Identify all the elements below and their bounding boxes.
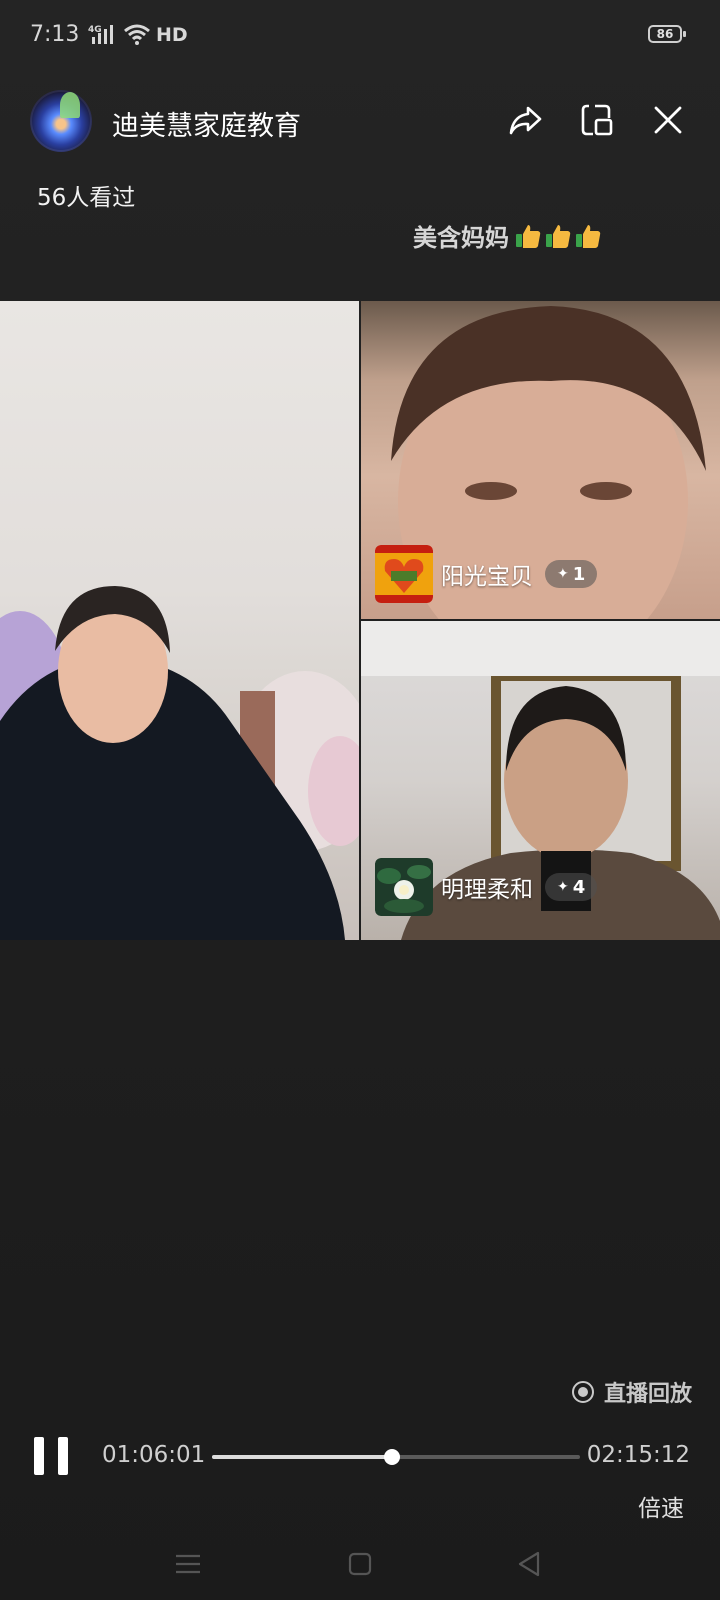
hd-indicator: HD (156, 24, 188, 46)
status-time: 7:13 (30, 22, 80, 47)
sparkle-icon: ✦ (557, 879, 569, 895)
pause-icon (34, 1437, 44, 1475)
host-video-frame (0, 586, 359, 940)
back-icon[interactable] (510, 1544, 550, 1584)
progress-thumb[interactable] (384, 1449, 401, 1465)
participant-avatar-2[interactable] (375, 858, 433, 916)
participant-badge-2: ✦ 4 (545, 873, 598, 901)
live-replay-indicator: 直播回放 (571, 1376, 692, 1408)
status-bar: 7:13 4G HD 86 (0, 0, 720, 72)
live-replay-screen: 7:13 4G HD 86 迪美慧家庭教育 56人看过 美含妈妈 阳光宝贝 ✦ … (0, 0, 720, 1600)
wifi-icon (124, 24, 150, 45)
participant-name-1: 阳光宝贝 (441, 564, 533, 590)
battery-level: 86 (656, 27, 674, 41)
record-icon (571, 1381, 594, 1403)
home-icon[interactable] (340, 1544, 380, 1584)
total-time: 02:15:12 (586, 1442, 690, 1468)
thumbs-up-icon (576, 224, 601, 248)
picture-in-picture-icon[interactable] (575, 98, 619, 142)
participant-name-2: 明理柔和 (441, 877, 533, 903)
close-icon[interactable] (646, 98, 690, 142)
battery-icon: 86 (648, 25, 686, 43)
channel-avatar[interactable] (30, 90, 92, 152)
viewer-count: 56人看过 (37, 185, 136, 211)
participant-badge-count-2: 4 (572, 876, 586, 898)
progress-slider[interactable] (212, 1449, 580, 1465)
sparkle-icon: ✦ (557, 566, 569, 582)
thumbs-up-emojis (513, 221, 603, 251)
participant-video-2[interactable]: 明理柔和 ✦ 4 (361, 621, 720, 940)
current-time: 01:06:01 (102, 1442, 206, 1468)
progress-fill (212, 1455, 393, 1459)
host-video[interactable] (0, 301, 359, 940)
participant-avatar-1[interactable] (375, 545, 433, 603)
floating-comment: 美含妈妈 (413, 218, 603, 253)
participant-tag-2: 明理柔和 ✦ 4 (375, 858, 598, 916)
channel-name[interactable]: 迪美慧家庭教育 (112, 104, 301, 143)
pause-icon (58, 1437, 68, 1475)
participant-badge-1: ✦ 1 (545, 560, 598, 588)
pause-button[interactable] (34, 1437, 68, 1475)
comment-text: 美含妈妈 (413, 224, 509, 252)
thumbs-up-icon (546, 224, 571, 248)
system-nav-bar (0, 1530, 720, 1600)
playback-speed-button[interactable]: 倍速 (638, 1489, 684, 1523)
header: 迪美慧家庭教育 (0, 80, 720, 170)
cellular-signal-icon: 4G (88, 25, 113, 44)
menu-icon[interactable] (168, 1544, 208, 1584)
participant-badge-count-1: 1 (572, 563, 586, 585)
share-icon[interactable] (504, 98, 548, 142)
replay-label-text: 直播回放 (603, 1382, 692, 1407)
video-grid[interactable]: 阳光宝贝 ✦ 1 明理柔和 ✦ 4 (0, 301, 720, 940)
participant-tag-1: 阳光宝贝 ✦ 1 (375, 545, 598, 603)
participant-video-1[interactable]: 阳光宝贝 ✦ 1 (361, 301, 720, 619)
thumbs-up-icon (516, 224, 541, 248)
